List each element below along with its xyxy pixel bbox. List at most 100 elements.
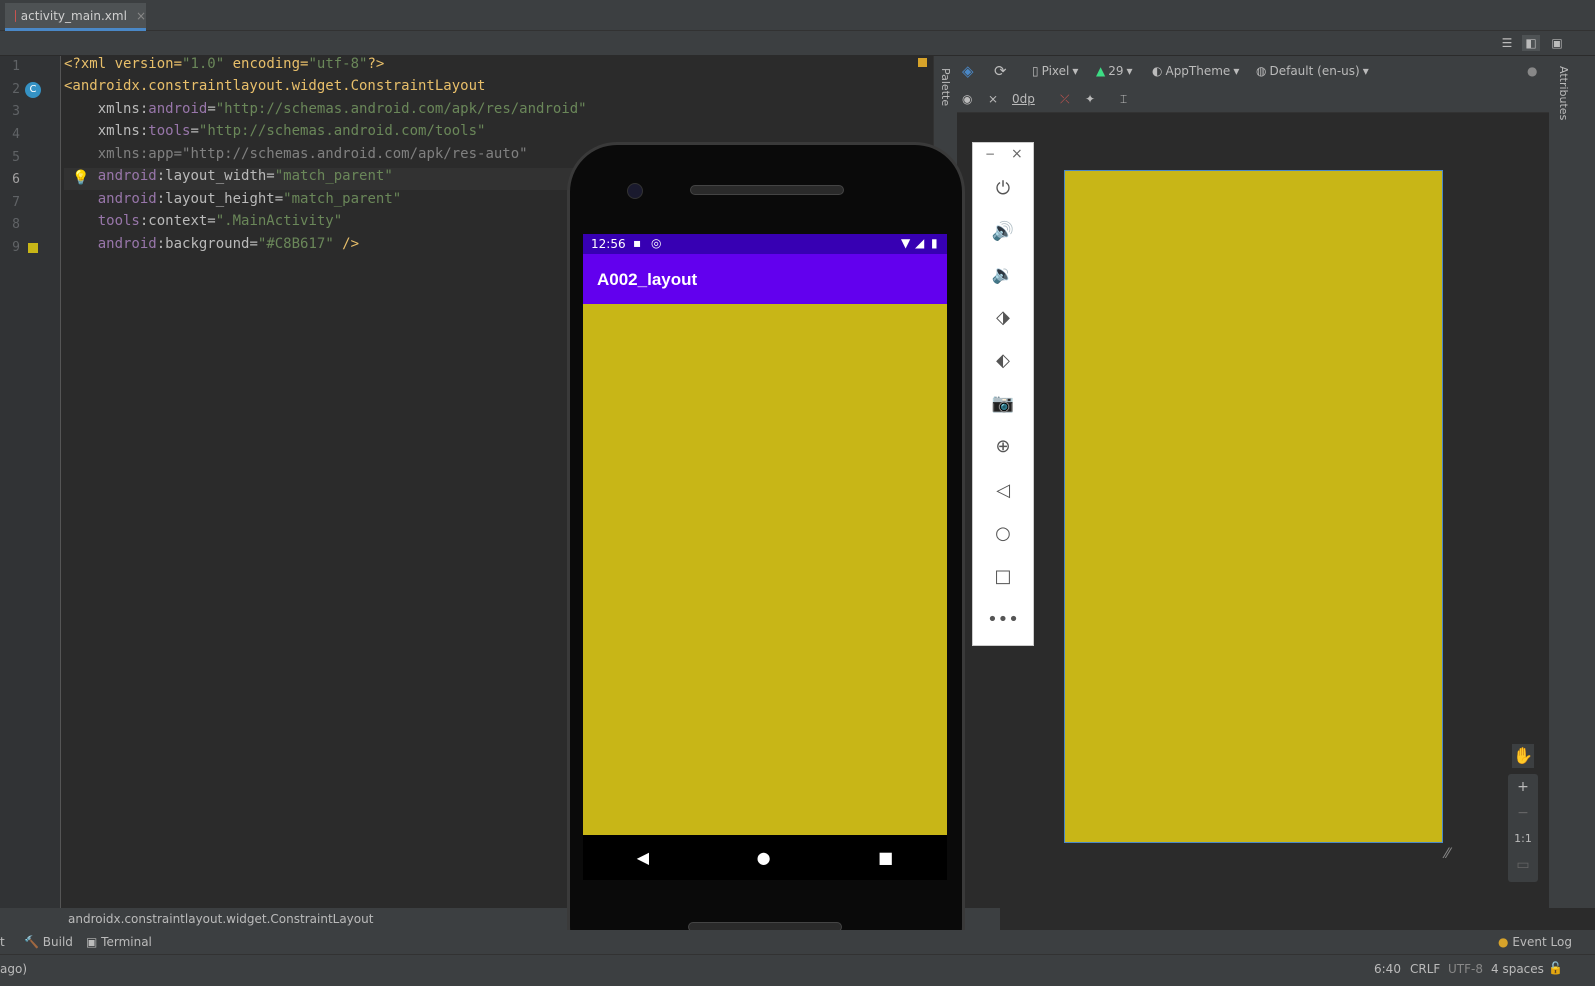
infer-constraints-icon[interactable]: ✦ — [1085, 89, 1095, 109]
guidelines-icon[interactable]: ⌶ — [1120, 89, 1127, 109]
file-encoding[interactable]: UTF-8 — [1448, 962, 1483, 976]
tab-activity-main[interactable]: activity_main.xml × — [5, 3, 146, 31]
volume-down-icon[interactable]: 🔉 — [985, 256, 1021, 292]
indent-setting[interactable]: 4 spaces — [1491, 962, 1544, 976]
breadcrumb[interactable]: androidx.constraintlayout.widget.Constra… — [68, 912, 373, 926]
minimize-button[interactable]: − — [985, 147, 995, 161]
split-view-icon[interactable]: ◧ — [1522, 35, 1540, 51]
left-tool-fragment[interactable]: t — [0, 935, 5, 949]
device-dropdown[interactable]: ▯ Pixel ▾ — [1032, 60, 1078, 82]
orientation-icon[interactable]: ⟳ — [994, 60, 1007, 82]
line-number: 1 — [12, 59, 20, 74]
view-mode-bar — [0, 31, 1595, 55]
close-button[interactable]: × — [1011, 146, 1023, 162]
earpiece-speaker — [690, 185, 844, 195]
nav-recents-icon[interactable]: ■ — [878, 848, 893, 867]
power-icon[interactable]: ⏻ — [985, 170, 1021, 206]
xml-file-icon — [15, 9, 16, 22]
zoom-controls: + − 1:1 ▭ — [1508, 774, 1538, 882]
rotate-right-icon[interactable]: ⬖ — [985, 342, 1021, 378]
editor-tab-bar: activity_main.xml × — [0, 0, 1595, 31]
theme-icon: ◐ — [1152, 64, 1163, 78]
event-log-button[interactable]: ● Event Log — [1498, 935, 1572, 949]
magnet-icon[interactable]: ⨯ — [988, 89, 998, 109]
app-bar: A002_layout — [583, 254, 947, 304]
chevron-down-icon: ▾ — [1233, 64, 1240, 78]
globe-icon: ◍ — [1256, 64, 1267, 78]
phone-icon: ▯ — [1032, 64, 1039, 78]
front-camera — [627, 183, 643, 199]
warning-icon[interactable]: ● — [1527, 60, 1537, 82]
clear-constraints-icon[interactable]: ⤫ — [1060, 89, 1070, 109]
zoom-out-button[interactable]: − — [1517, 800, 1529, 826]
zoom-icon[interactable]: ⊕ — [985, 428, 1021, 464]
line-number: 6 — [12, 172, 20, 187]
zoom-fit-icon[interactable]: ▭ — [1516, 852, 1529, 878]
chevron-down-icon: ▾ — [1126, 64, 1133, 78]
design-view-icon[interactable]: ▣ — [1548, 35, 1566, 51]
app-content[interactable] — [583, 304, 947, 835]
event-log-icon: ● — [1498, 935, 1509, 949]
line-number: 9 — [12, 240, 20, 255]
status-bar-bottom: ago) 6:40 CRLF UTF-8 4 spaces 🔓 — [0, 954, 1595, 986]
locale-dropdown[interactable]: ◍ Default (en-us) ▾ — [1256, 60, 1369, 82]
code-line-7: android:layout_height="match_parent" — [97, 191, 402, 207]
caret-position[interactable]: 6:40 — [1374, 962, 1401, 976]
code-line-4: xmlns:tools="http://schemas.android.com/… — [64, 123, 486, 139]
app-title: A002_layout — [597, 270, 698, 289]
chevron-down-icon: ▾ — [1362, 64, 1369, 78]
code-line-1: <?xml version="1.0" encoding="utf-8"?> — [64, 56, 385, 72]
nav-back-icon[interactable]: ◀ — [637, 848, 649, 867]
signal-icon: ◢ — [915, 236, 925, 250]
build-tool-button[interactable]: 🔨 Build — [24, 935, 73, 949]
lightbulb-icon[interactable]: 💡 — [72, 170, 89, 186]
nav-home-icon[interactable]: ● — [757, 848, 771, 867]
code-line-8: tools:context=".MainActivity" — [97, 213, 343, 229]
line-number: 5 — [12, 150, 20, 165]
line-number: 7 — [12, 195, 20, 210]
layers-icon[interactable]: ◈ — [962, 60, 974, 82]
default-margin[interactable]: 0dp — [1012, 89, 1035, 109]
layout-preview[interactable] — [1064, 170, 1443, 843]
class-gutter-icon[interactable]: C — [25, 82, 41, 98]
back-icon[interactable]: ◁ — [985, 472, 1021, 508]
code-line-5: xmlns:app="http://schemas.android.com/ap… — [64, 146, 528, 162]
home-icon[interactable]: ○ — [985, 515, 1021, 551]
palette-tab[interactable]: Palette — [939, 68, 952, 106]
zoom-in-button[interactable]: + — [1517, 774, 1529, 800]
more-icon[interactable]: ••• — [985, 601, 1021, 637]
nav-bar: ◀ ● ■ — [583, 835, 947, 880]
theme-dropdown[interactable]: ◐ AppTheme ▾ — [1152, 60, 1239, 82]
status-bar: 12:56 ▪ ◎ ▼ ◢ ▮ — [583, 234, 947, 254]
right-tool-strip: Attributes — [1549, 56, 1595, 908]
terminal-tool-button[interactable]: ▣ Terminal — [86, 935, 152, 949]
overview-icon[interactable]: □ — [985, 558, 1021, 594]
rotate-left-icon[interactable]: ⬗ — [985, 299, 1021, 335]
battery-icon: ▮ — [931, 236, 938, 250]
attributes-tab[interactable]: Attributes — [1557, 66, 1570, 120]
hammer-icon: 🔨 — [24, 935, 39, 949]
camera-icon[interactable]: 📷 — [985, 385, 1021, 421]
api-dropdown[interactable]: ▲ 29 ▾ — [1096, 60, 1133, 82]
pan-icon[interactable]: ✋ — [1512, 744, 1534, 768]
status-message: ago) — [0, 962, 27, 976]
code-line-3: xmlns:android="http://schemas.android.co… — [64, 101, 587, 117]
lock-icon[interactable]: 🔓 — [1548, 961, 1563, 975]
tab-close-icon[interactable]: × — [136, 9, 146, 23]
volume-up-icon[interactable]: 🔊 — [985, 213, 1021, 249]
chevron-down-icon: ▾ — [1072, 64, 1079, 78]
status-time: 12:56 — [591, 237, 626, 251]
resize-handle-icon[interactable]: ⁄⁄ — [1445, 846, 1450, 862]
sync-icon: ◎ — [651, 236, 662, 250]
line-number: 8 — [12, 217, 20, 232]
line-number: 4 — [12, 127, 20, 142]
tab-label: activity_main.xml — [20, 8, 127, 23]
code-line-9: android:background="#C8B617" /> — [97, 236, 360, 252]
color-swatch-icon[interactable] — [28, 243, 38, 253]
line-number: 2 — [12, 82, 20, 97]
code-view-icon[interactable]: ☰ — [1498, 35, 1516, 51]
eye-icon[interactable]: ◉ — [962, 89, 972, 109]
line-separator[interactable]: CRLF — [1410, 962, 1440, 976]
zoom-reset-button[interactable]: 1:1 — [1514, 826, 1532, 852]
sd-card-icon: ▪ — [633, 236, 642, 250]
